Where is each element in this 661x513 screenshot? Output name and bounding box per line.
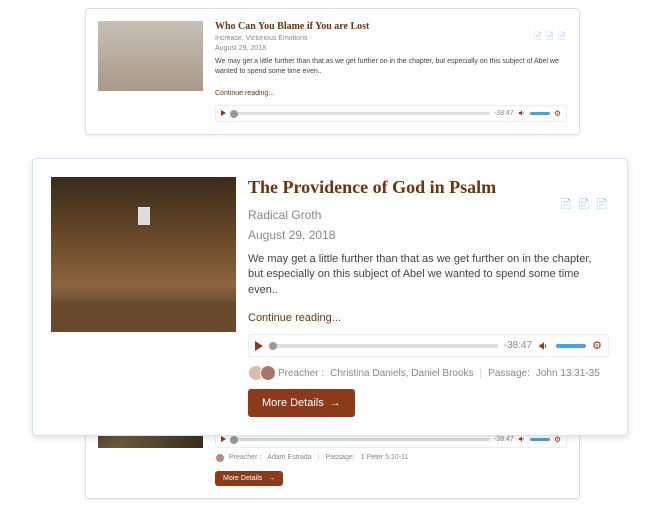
play-icon[interactable] (255, 341, 263, 351)
sermon-title[interactable]: Who Can You Blame if You are Lost (215, 21, 567, 32)
continue-reading-link[interactable]: Continue reading... (215, 90, 274, 97)
sermon-title[interactable]: The Providence of God in Psalm (248, 177, 609, 198)
more-details-button[interactable]: More Details → (248, 389, 355, 417)
sermon-date: August 29, 2018 (248, 228, 609, 242)
button-label: More Details (262, 397, 324, 409)
sermon-thumbnail (98, 21, 203, 91)
volume-bar[interactable] (556, 344, 586, 348)
preacher-names[interactable]: Adam Estrada (267, 454, 311, 461)
volume-bar[interactable] (530, 112, 550, 115)
volume-icon[interactable] (538, 340, 550, 352)
preacher-label: Preacher : (278, 368, 324, 379)
play-icon[interactable] (221, 110, 226, 116)
separator: | (480, 368, 483, 379)
time-remaining: -38:47 (494, 436, 514, 443)
progress-track[interactable] (230, 112, 490, 115)
document-icon[interactable]: 📄 (595, 197, 609, 211)
avatar (215, 453, 225, 463)
sermon-category: Increase, Victorious Emotions (215, 35, 567, 42)
card-actions: 📄 📄 📄 (533, 31, 567, 41)
passage-label: Passage: (488, 368, 530, 379)
card-actions: 📄 📄 📄 (559, 197, 609, 211)
passage-ref[interactable]: 1 Peter 5:10-11 (361, 454, 409, 461)
sermon-thumbnail (51, 177, 236, 332)
volume-bar[interactable] (530, 438, 550, 441)
sermon-category: Radical Groth (248, 208, 609, 222)
preacher-names[interactable]: Christina Daniels, Daniel Brooks (330, 368, 473, 379)
passage-ref[interactable]: John 13:31-35 (536, 368, 600, 379)
sermon-date: August 29, 2018 (215, 45, 567, 52)
settings-icon[interactable]: ⚙ (592, 339, 602, 352)
progress-track[interactable] (269, 344, 498, 348)
sermon-meta: Preacher : Adam Estrada | Passage: 1 Pet… (215, 453, 567, 463)
button-label: More Details (223, 475, 262, 482)
settings-icon[interactable]: ⚙ (554, 109, 561, 118)
document-icon[interactable]: 📄 (559, 197, 573, 211)
audio-player: -38:47 ⚙ (215, 105, 567, 122)
play-icon[interactable] (221, 436, 226, 442)
more-details-button[interactable]: More Details → (215, 471, 283, 486)
separator: | (318, 454, 320, 461)
continue-reading-link[interactable]: Continue reading... (248, 312, 341, 324)
sermon-description: We may get a little further than that as… (248, 252, 609, 298)
arrow-right-icon: → (330, 397, 341, 409)
document-icon[interactable]: 📄 (545, 31, 555, 41)
sermon-card: Who Can You Blame if You are Lost Increa… (85, 8, 580, 135)
document-icon[interactable]: 📄 (577, 197, 591, 211)
audio-player: -38:47 ⚙ (248, 334, 609, 357)
avatar (260, 365, 276, 381)
preacher-label: Preacher : (229, 454, 261, 461)
passage-label: Passage: (325, 454, 354, 461)
sermon-meta: Preacher : Christina Daniels, Daniel Bro… (248, 365, 609, 381)
time-remaining: -38:47 (494, 110, 514, 117)
time-remaining: -38:47 (504, 340, 532, 351)
volume-icon[interactable] (518, 109, 526, 117)
document-icon[interactable]: 📄 (533, 31, 543, 41)
volume-icon[interactable] (518, 435, 526, 443)
arrow-right-icon: → (268, 475, 275, 482)
document-icon[interactable]: 📄 (557, 31, 567, 41)
sermon-card-featured: The Providence of God in Psalm Radical G… (32, 158, 628, 436)
sermon-description: We may get a little further than that as… (215, 57, 567, 77)
progress-track[interactable] (230, 438, 490, 441)
